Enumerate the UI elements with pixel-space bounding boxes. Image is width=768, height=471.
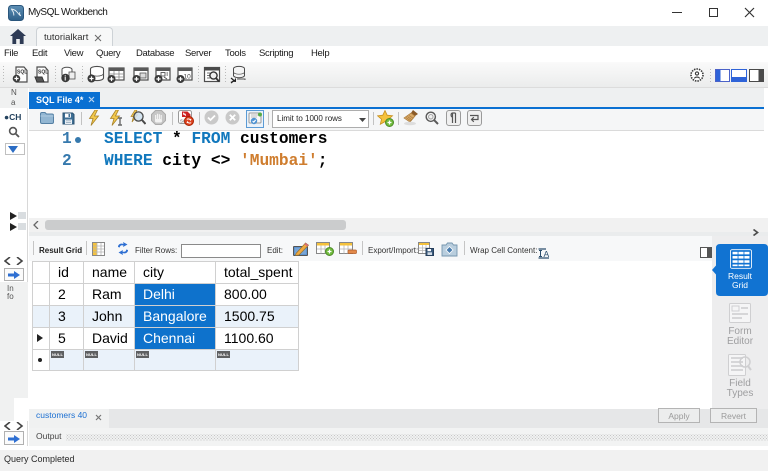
svg-text:i: i <box>64 76 66 83</box>
svg-text:SQL: SQL <box>38 70 48 76</box>
svg-text:10: 10 <box>184 74 192 81</box>
svg-text:A: A <box>544 249 550 259</box>
svg-text:SQL: SQL <box>17 70 27 76</box>
